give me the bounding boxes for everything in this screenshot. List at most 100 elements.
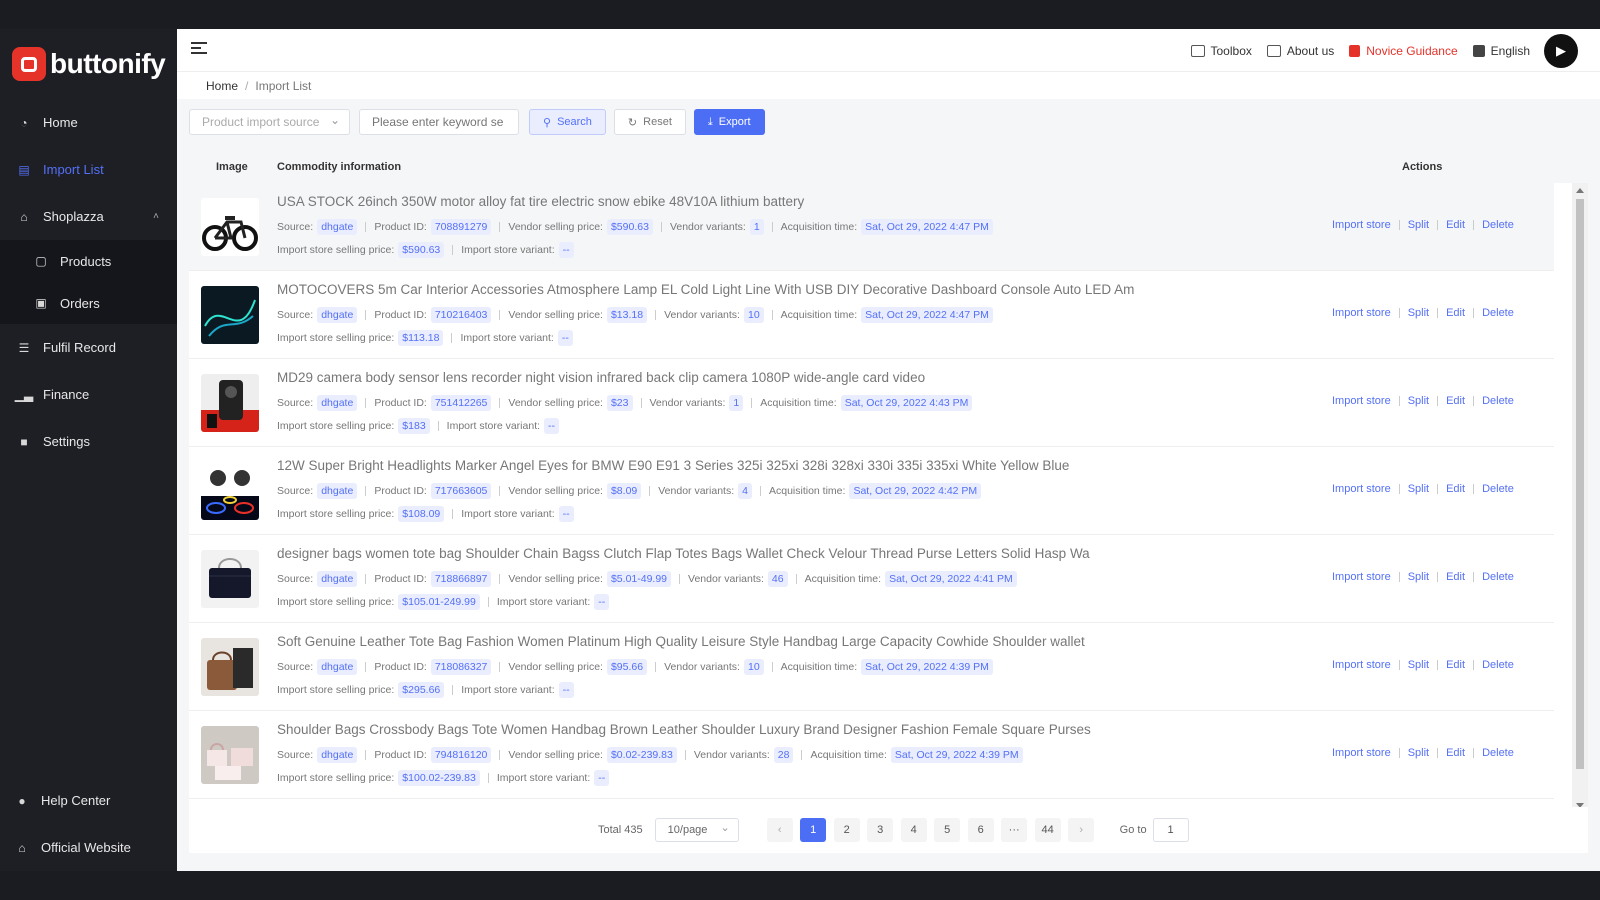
- page-ellipsis-button[interactable]: ···: [1001, 818, 1028, 842]
- edit-link[interactable]: Edit: [1446, 659, 1465, 671]
- home-icon: ⌂: [18, 840, 26, 855]
- vendor-variants-label: Vendor variants:: [669, 221, 746, 233]
- delete-link[interactable]: Delete: [1482, 307, 1514, 319]
- delete-link[interactable]: Delete: [1482, 747, 1514, 759]
- product-thumbnail[interactable]: [201, 638, 259, 696]
- product-meta: Source: dhgate Product ID: 708891279 Vendor …: [277, 219, 993, 235]
- product-title[interactable]: Shoulder Bags Crossbody Bags Tote Women …: [277, 722, 1307, 737]
- sidebar-item-fulfil-record[interactable]: ☰ Fulfil Record: [0, 324, 177, 371]
- product-title[interactable]: MOTOCOVERS 5m Car Interior Accessories A…: [277, 282, 1307, 297]
- import-store-link[interactable]: Import store: [1332, 659, 1391, 671]
- goto-page-input[interactable]: [1152, 818, 1189, 842]
- separator: [640, 398, 642, 408]
- import-store-link[interactable]: Import store: [1332, 483, 1391, 495]
- source-tag: dhgate: [317, 219, 358, 235]
- sidebar-subitem-products[interactable]: ▢ Products: [0, 240, 177, 282]
- edit-link[interactable]: Edit: [1446, 395, 1465, 407]
- product-title[interactable]: designer bags women tote bag Shoulder Ch…: [277, 546, 1307, 561]
- split-link[interactable]: Split: [1408, 659, 1429, 671]
- product-title[interactable]: USA STOCK 26inch 350W motor alloy fat ti…: [277, 194, 1307, 209]
- delete-link[interactable]: Delete: [1482, 659, 1514, 671]
- vendor-variants-label: Vendor variants:: [649, 397, 726, 409]
- import-store-link[interactable]: Import store: [1332, 307, 1391, 319]
- split-link[interactable]: Split: [1408, 571, 1429, 583]
- product-title[interactable]: Soft Genuine Leather Tote Bag Fashion Wo…: [277, 634, 1307, 649]
- product-thumbnail[interactable]: [201, 374, 259, 432]
- total-count: Total 435: [598, 824, 643, 836]
- reset-button[interactable]: ↻ Reset: [613, 109, 686, 135]
- page-button[interactable]: 44: [1034, 818, 1061, 842]
- split-link[interactable]: Split: [1408, 307, 1429, 319]
- page-size-select[interactable]: 10/page: [654, 818, 739, 842]
- table-scrollbar[interactable]: [1572, 183, 1588, 813]
- prev-page-button[interactable]: ‹: [766, 818, 793, 842]
- separator: [499, 662, 501, 672]
- keyword-search-input[interactable]: [359, 109, 519, 135]
- sidebar-item-official-website[interactable]: ⌂ Official Website: [0, 824, 177, 871]
- row-actions: Import store Split Edit Delete: [1332, 659, 1514, 671]
- sidebar-item-help-center[interactable]: ● Help Center: [0, 777, 177, 824]
- sidebar-item-finance[interactable]: ▁▃ Finance: [0, 371, 177, 418]
- export-button[interactable]: ⤓ Export: [693, 109, 765, 135]
- page-button[interactable]: 6: [967, 818, 994, 842]
- edit-link[interactable]: Edit: [1446, 571, 1465, 583]
- source-tag: dhgate: [317, 571, 358, 587]
- edit-link[interactable]: Edit: [1446, 747, 1465, 759]
- separator: [499, 750, 501, 760]
- avatar[interactable]: ▶: [1544, 33, 1578, 68]
- product-id-label: Product ID:: [374, 397, 427, 409]
- page-button[interactable]: 3: [867, 818, 894, 842]
- split-link[interactable]: Split: [1408, 747, 1429, 759]
- chevron-up-icon[interactable]: ˄: [153, 211, 159, 222]
- product-thumbnail[interactable]: [201, 286, 259, 344]
- import-store-link[interactable]: Import store: [1332, 571, 1391, 583]
- page-button[interactable]: 1: [800, 818, 827, 842]
- page-button[interactable]: 5: [934, 818, 961, 842]
- acquisition-time-tag: Sat, Oct 29, 2022 4:47 PM: [861, 219, 993, 235]
- separator: [452, 685, 454, 695]
- product-thumbnail[interactable]: [201, 462, 259, 520]
- product-id-tag: 708891279: [430, 219, 492, 235]
- delete-link[interactable]: Delete: [1482, 219, 1514, 231]
- separator: [679, 574, 681, 584]
- sidebar-subitem-orders[interactable]: ▣ Orders: [0, 282, 177, 324]
- product-thumbnail[interactable]: [201, 198, 259, 256]
- language-switch[interactable]: English: [1472, 44, 1530, 58]
- toolbox-link[interactable]: Toolbox: [1190, 44, 1252, 58]
- page-button[interactable]: 4: [900, 818, 927, 842]
- menu-toggle-icon[interactable]: [191, 42, 207, 56]
- edit-link[interactable]: Edit: [1446, 219, 1465, 231]
- split-link[interactable]: Split: [1408, 219, 1429, 231]
- scroll-up-arrow-icon[interactable]: [1576, 188, 1584, 193]
- novice-guidance-link[interactable]: Novice Guidance: [1349, 44, 1458, 58]
- delete-link[interactable]: Delete: [1482, 483, 1514, 495]
- scroll-thumb[interactable]: [1576, 199, 1584, 769]
- import-store-link[interactable]: Import store: [1332, 395, 1391, 407]
- sidebar-item-settings[interactable]: ■ Settings: [0, 418, 177, 465]
- delete-link[interactable]: Delete: [1482, 395, 1514, 407]
- product-thumbnail[interactable]: [201, 726, 259, 784]
- orders-icon: ▣: [35, 296, 47, 310]
- import-source-select[interactable]: Product import source: [189, 109, 350, 135]
- next-page-button[interactable]: ›: [1068, 818, 1095, 842]
- product-title[interactable]: MD29 camera body sensor lens recorder ni…: [277, 370, 1307, 385]
- sidebar-item-shoplazza[interactable]: ⌂ Shoplazza ˄: [0, 193, 177, 240]
- about-link[interactable]: About us: [1266, 44, 1334, 58]
- import-store-link[interactable]: Import store: [1332, 747, 1391, 759]
- edit-link[interactable]: Edit: [1446, 483, 1465, 495]
- product-meta: Source: dhgate Product ID: 751412265 Vendor …: [277, 395, 973, 411]
- split-link[interactable]: Split: [1408, 483, 1429, 495]
- import-store-link[interactable]: Import store: [1332, 219, 1391, 231]
- product-title[interactable]: 12W Super Bright Headlights Marker Angel…: [277, 458, 1307, 473]
- split-link[interactable]: Split: [1408, 395, 1429, 407]
- edit-link[interactable]: Edit: [1446, 307, 1465, 319]
- breadcrumb-home[interactable]: Home: [206, 79, 238, 93]
- sidebar-item-label: Shoplazza: [43, 209, 104, 224]
- sidebar-item-import-list[interactable]: ▤ Import List: [0, 146, 177, 193]
- product-thumbnail[interactable]: [201, 550, 259, 608]
- sidebar-item-home[interactable]: ◔ Home: [0, 99, 177, 146]
- search-button[interactable]: ⚲ Search: [529, 109, 606, 135]
- store-price-tag: $105.01-249.99: [398, 594, 480, 610]
- page-button[interactable]: 2: [833, 818, 860, 842]
- delete-link[interactable]: Delete: [1482, 571, 1514, 583]
